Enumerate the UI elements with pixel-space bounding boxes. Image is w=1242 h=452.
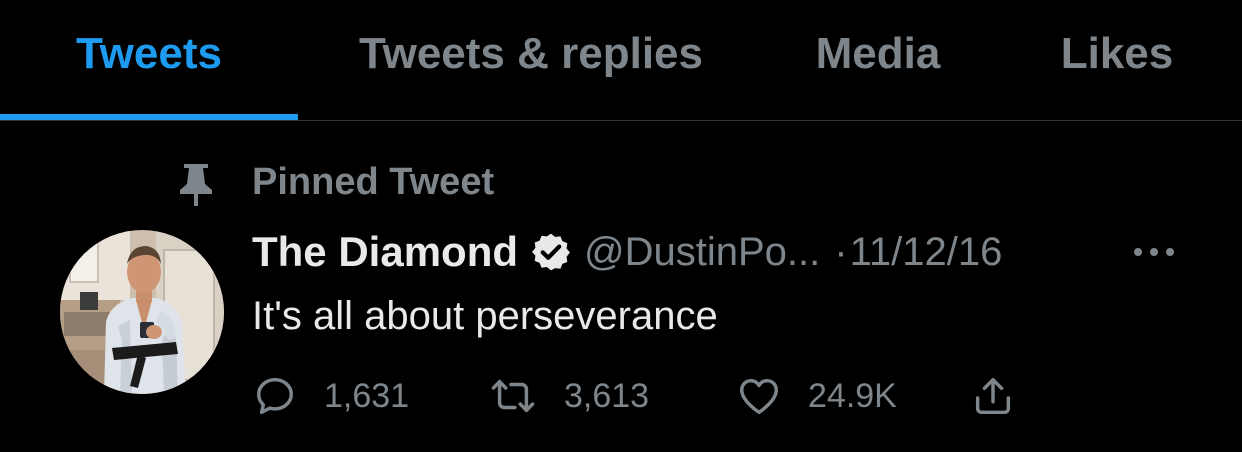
tab-tweets[interactable]: Tweets — [0, 0, 298, 114]
avatar-photo — [60, 230, 224, 394]
heart-icon — [740, 378, 778, 415]
share-button[interactable] — [970, 372, 1016, 420]
avatar[interactable] — [60, 230, 224, 394]
separator-dot: · — [834, 230, 848, 274]
more-options-icon[interactable] — [1130, 238, 1178, 266]
verified-badge-icon — [532, 233, 570, 271]
tab-likes[interactable]: Likes — [992, 0, 1242, 114]
retweet-count: 3,613 — [564, 377, 650, 415]
reply-button[interactable]: 1,631 — [252, 372, 409, 420]
pinned-tweet-label: Pinned Tweet — [252, 161, 495, 203]
tab-media[interactable]: Media — [764, 0, 992, 114]
profile-tabs: Tweets Tweets & replies Media Likes — [0, 0, 1242, 121]
tabs-divider — [0, 120, 1242, 121]
retweet-icon — [491, 379, 535, 413]
tweet-header: The Diamond @DustinPo... · 11/12/16 — [252, 226, 1002, 278]
share-icon — [975, 377, 1011, 415]
like-count: 24.9K — [808, 377, 897, 415]
reply-count: 1,631 — [324, 377, 410, 415]
reply-icon — [256, 377, 294, 415]
like-button[interactable]: 24.9K — [736, 372, 897, 420]
user-handle[interactable]: @DustinPo... — [584, 226, 820, 278]
display-name[interactable]: The Diamond — [252, 226, 518, 278]
tweet-date[interactable]: 11/12/16 — [850, 226, 1003, 278]
pin-icon — [180, 164, 212, 206]
tab-tweets-and-replies[interactable]: Tweets & replies — [298, 0, 764, 114]
retweet-button[interactable]: 3,613 — [490, 372, 649, 420]
tweet-text: It's all about perseverance — [252, 294, 718, 338]
